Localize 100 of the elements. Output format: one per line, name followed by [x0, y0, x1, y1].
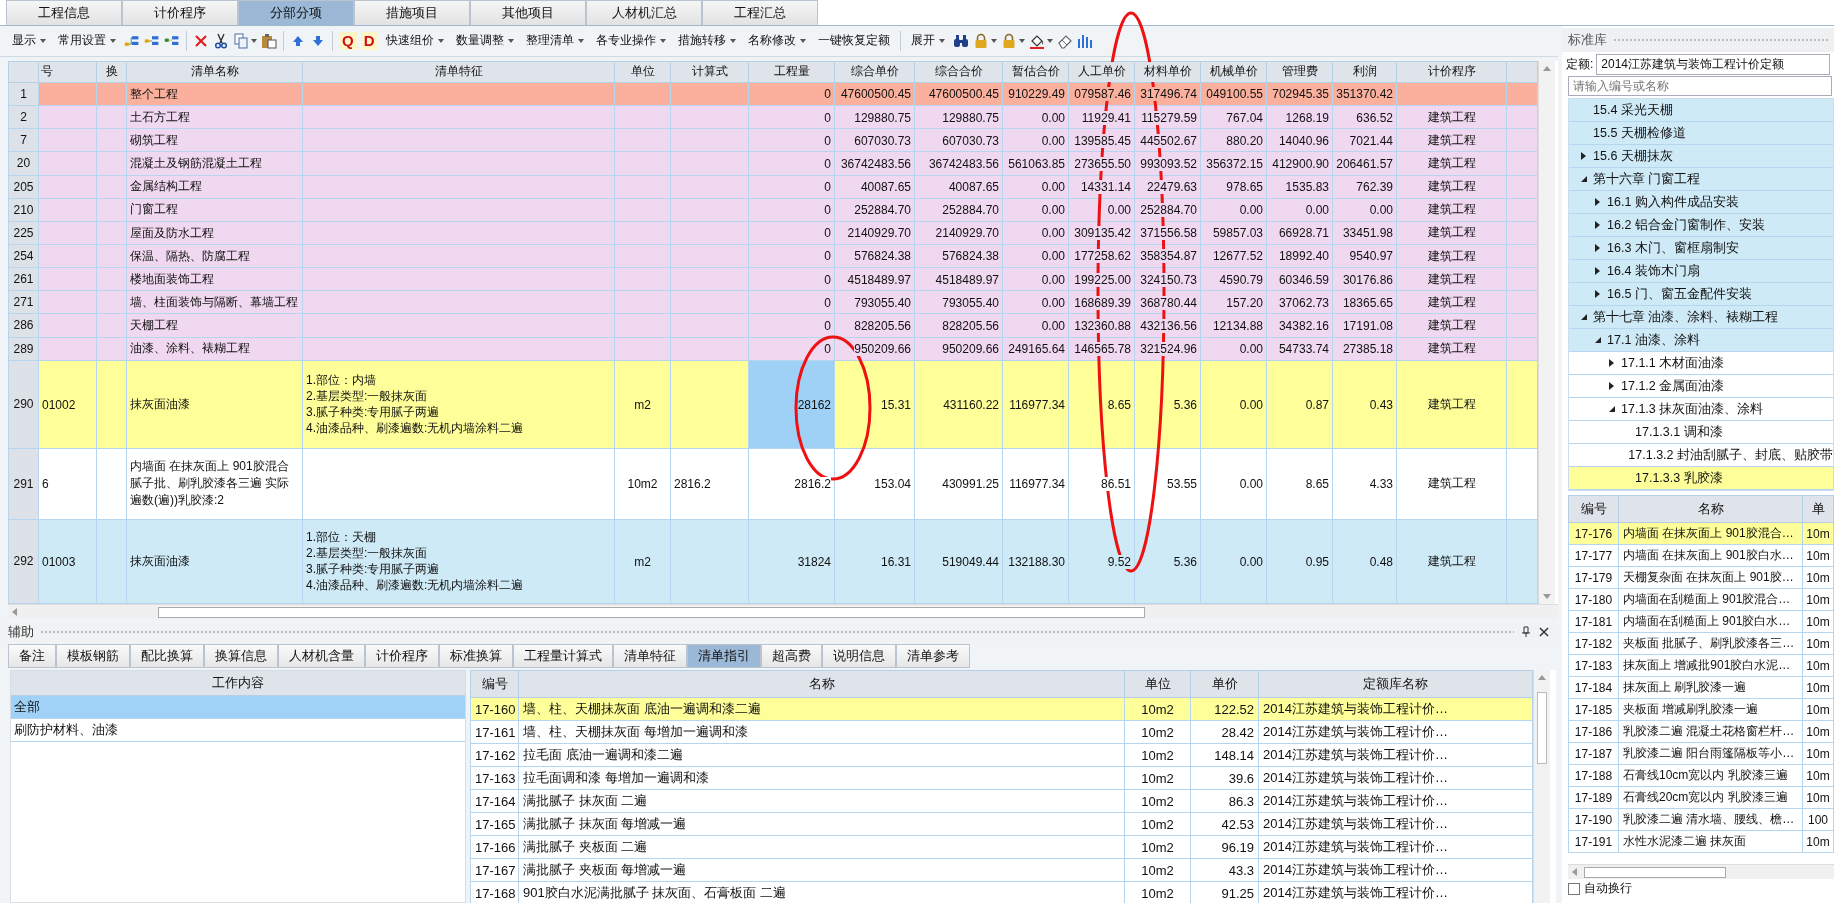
caret-icon[interactable]	[251, 39, 257, 43]
table-row[interactable]: 20 混凝土及钢筋混凝土工程 0 36742483.56 36742483.56 561063.85 273655.50 993093.52 356372.15 412900.90 206461.57 建筑工程	[8, 151, 1538, 176]
triangle-icon[interactable]	[1581, 314, 1587, 320]
column-header: 综合单价	[834, 61, 915, 83]
eraser-icon[interactable]	[1056, 33, 1073, 49]
letter-button[interactable]: Q	[339, 32, 357, 50]
table-cell: 309135.42	[1074, 226, 1131, 241]
table-row[interactable]: 7 砌筑工程 0 607030.73 607030.73 0.00 139585.45 445502.67 880.20 14040.96 7021.44 建筑工程	[8, 128, 1538, 152]
pin-icon[interactable]	[1520, 626, 1532, 639]
tree-item[interactable]: 15.5 天棚检修道	[1569, 122, 1833, 145]
tree-item[interactable]: 16.4 装饰木门扇	[1569, 260, 1833, 283]
tree-item[interactable]: 16.2 铝合金门窗制作、安装	[1569, 214, 1833, 237]
caret-icon[interactable]	[1018, 39, 1025, 43]
tab[interactable]: 分部分项	[238, 0, 354, 25]
toolbar-menu[interactable]: 显示	[8, 30, 50, 52]
vertical-scrollbar[interactable]	[1533, 670, 1550, 903]
search-field[interactable]: 请输入编号或名称	[1568, 76, 1832, 96]
checkbox[interactable]	[1568, 882, 1580, 895]
tab[interactable]: 清单特征	[613, 644, 687, 669]
list-item[interactable]: 全部	[11, 696, 465, 720]
table-row[interactable]: 254 保温、隔热、防腐工程 0 576824.38 576824.38 0.00 177258.62 358354.87 12677.52 18992.40 9540.97 建筑工程	[8, 244, 1538, 268]
tab[interactable]: 人材机汇总	[586, 0, 702, 25]
table-row[interactable]: 290 01002 抹灰面油漆 1.部位：内墙 2.基层类型:一般抹灰面 3.腻子种类:专用腻子两遍 4.油漆品种、刷漆遍数:无机内墙涂料二遍 m2 28162 15.31 431160.22 116977.34 8.65 5.36 0.00 0.87 0.43 建筑工程	[8, 360, 1538, 449]
scissors-icon[interactable]	[213, 33, 229, 49]
tree-item[interactable]: 16.3 木门、窗框扇制安	[1569, 237, 1833, 260]
toolbar-menu[interactable]: 一键恢复定额	[813, 30, 894, 52]
table-row[interactable]: 291 6 内墙面 在抹灰面上 901胶混合腻子批、刷乳胶漆各三遍 实际遍数(遍))乳胶漆:2 10m2 2816.2 2816.2 153.04 430991.25 116977.34 86.51 53.55 0.00 8.65 4.33 建筑工程	[8, 448, 1538, 520]
triangle-icon[interactable]	[1595, 198, 1600, 206]
table-row[interactable]: 17-176 内墙面 在抹灰面上 901胶混合… 10m	[1568, 522, 1834, 545]
binoculars-icon[interactable]	[952, 33, 969, 49]
table-row[interactable]: 225 屋面及防水工程 0 2140929.70 2140929.70 0.00 309135.42 371556.58 59857.03 66928.71 33451.98 建筑工程	[8, 221, 1538, 245]
toolbar-menu[interactable]: 整理清单	[521, 30, 588, 52]
tab[interactable]: 清单参考	[896, 644, 970, 669]
triangle-icon[interactable]	[1595, 290, 1600, 298]
tree-item[interactable]: 第十七章 油漆、涂料、裱糊工程	[1569, 306, 1833, 329]
table-row[interactable]: 271 墙、柱面装饰与隔断、幕墙工程 0 793055.40 793055.40 0.00 168689.39 368780.44 157.20 37062.73 18365.65 建筑工程	[8, 290, 1538, 314]
caret-icon[interactable]	[990, 39, 997, 43]
insert-row-icon[interactable]	[124, 33, 140, 49]
table-row[interactable]: 286 天棚工程 0 828205.56 828205.56 0.00 132360.88 432136.56 12134.88 34382.16 17191.08 建筑工程	[8, 313, 1538, 337]
tab[interactable]: 措施项目	[354, 0, 470, 25]
table-row[interactable]: 2 土石方工程 0 129880.75 129880.75 0.00 11929.41 115279.59 767.04 1268.19 636.52 建筑工程	[8, 105, 1538, 129]
list-item[interactable]: 刷防护材料、油漆	[11, 719, 465, 743]
tree-item[interactable]: 16.5 门、窗五金配件安装	[1569, 283, 1833, 306]
tab[interactable]: 标准换算	[439, 644, 513, 669]
horizontal-scrollbar[interactable]	[1568, 864, 1834, 879]
toolbar-menu[interactable]: 快速组价	[381, 30, 448, 52]
tab[interactable]: 超高费	[761, 644, 822, 669]
letter-button[interactable]: D	[360, 32, 378, 50]
toolbar-menu[interactable]: 措施转移	[673, 30, 740, 52]
tree-item[interactable]: 第十六章 门窗工程	[1569, 168, 1833, 191]
table-cell: 100	[1808, 812, 1828, 827]
triangle-icon[interactable]	[1609, 406, 1615, 412]
toolbar-menu[interactable]: 数量调整	[451, 30, 518, 52]
tree-item[interactable]: 17.1 油漆、涂料	[1569, 329, 1833, 352]
triangle-icon[interactable]	[1581, 152, 1586, 160]
table-row[interactable]: 289 油漆、涂料、裱糊工程 0 950209.66 950209.66 249165.64 146565.78 321524.96 0.00 54733.74 27385.18 建筑工程	[8, 337, 1538, 361]
tab[interactable]: 工程信息	[6, 0, 122, 25]
tab[interactable]: 计价程序	[365, 644, 439, 669]
tree-item[interactable]: 15.4 采光天棚	[1569, 99, 1833, 122]
triangle-icon[interactable]	[1581, 176, 1587, 182]
toolbar-menu[interactable]: 各专业操作	[591, 30, 670, 52]
quota-select[interactable]: 2014江苏建筑与装饰工程计价定额	[1596, 53, 1830, 75]
table-row[interactable]: 292 01003 抹灰面油漆 1.部位：天棚 2.基层类型:一般抹灰面 3.腻子种类:专用腻子两遍 4.油漆品种、刷漆遍数:无机内墙涂料二遍 m2 31824 16.31 519049.44 132188.30 9.52 5.36 0.00 0.95 0.48 建筑工程	[8, 519, 1538, 604]
fill-bucket-icon[interactable]	[1028, 33, 1045, 49]
tab[interactable]: 计价程序	[122, 0, 238, 25]
delete-icon[interactable]	[193, 33, 209, 49]
tab[interactable]: 换算信息	[204, 644, 278, 669]
bar-chart-icon[interactable]	[1076, 33, 1093, 49]
tab[interactable]: 模板钢筋	[56, 644, 130, 669]
triangle-icon[interactable]	[1609, 382, 1614, 390]
triangle-icon[interactable]	[1609, 359, 1614, 367]
horizontal-scrollbar[interactable]	[8, 604, 1558, 620]
tab[interactable]: 说明信息	[822, 644, 896, 669]
triangle-icon[interactable]	[1595, 267, 1600, 275]
tree-item[interactable]: 15.6 天棚抹灰	[1569, 145, 1833, 168]
tab[interactable]: 备注	[8, 644, 56, 669]
tab[interactable]: 工程汇总	[702, 0, 818, 25]
toolbar-menu[interactable]: 名称修改	[743, 30, 810, 52]
triangle-icon[interactable]	[1595, 221, 1600, 229]
triangle-icon[interactable]	[1595, 337, 1601, 343]
tab[interactable]: 工程量计算式	[513, 644, 613, 669]
caret-icon[interactable]	[1046, 39, 1053, 43]
tab[interactable]: 其他项目	[470, 0, 586, 25]
tab[interactable]: 配比换算	[130, 644, 204, 669]
table-row[interactable]: 205 金属结构工程 0 40087.65 40087.65 0.00 14331.14 22479.63 978.65 1535.83 762.39 建筑工程	[8, 175, 1538, 199]
tab[interactable]: 人材机含量	[278, 644, 365, 669]
table-row[interactable]: 210 门窗工程 0 252884.70 252884.70 0.00 0.00 252884.70 0.00 0.00 0.00 建筑工程	[8, 198, 1538, 222]
triangle-icon[interactable]	[1595, 244, 1600, 252]
vertical-scrollbar[interactable]	[1538, 60, 1555, 605]
table-row[interactable]: 261 楼地面装饰工程 0 4518489.97 4518489.97 0.00 199225.00 324150.73 4590.79 60346.59 30176.86 建筑工程	[8, 267, 1538, 291]
toolbar-menu[interactable]: 常用设置	[54, 30, 120, 52]
table-row[interactable]: 17-160 墙、柱、天棚抹灰面 底油一遍调和漆二遍 10m2 122.52 2014江苏建筑与装饰工程计价…	[470, 697, 1533, 721]
table-row[interactable]: 1 整个工程 0 47600500.45 47600500.45 910229.49 079587.46 317496.74 049100.55 702945.35 351370.42	[8, 82, 1538, 106]
close-icon[interactable]	[1538, 626, 1550, 639]
tree-item[interactable]: 16.1 购入构件成品安装	[1569, 191, 1833, 214]
row-number: 292	[8, 519, 39, 604]
tree-item[interactable]: 17.1.3.3 乳胶漆	[1569, 467, 1833, 490]
toolbar-menu[interactable]: 展开	[906, 30, 949, 52]
tab[interactable]: 清单指引	[687, 644, 761, 669]
paste-icon[interactable]	[261, 33, 277, 49]
